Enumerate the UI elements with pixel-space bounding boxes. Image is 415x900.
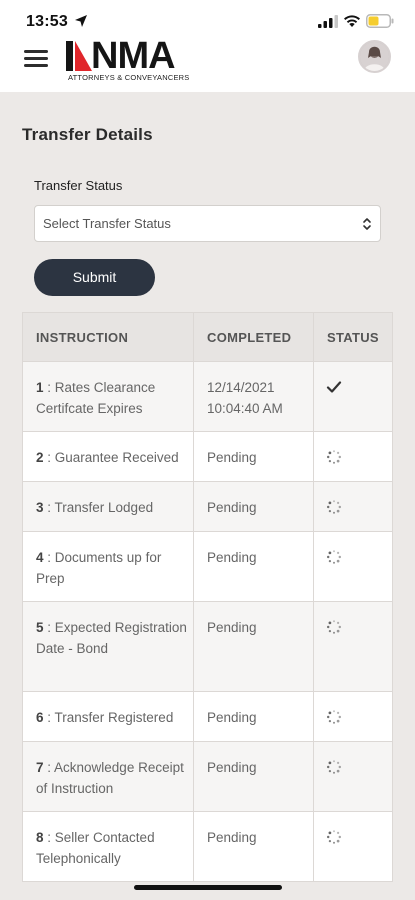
avatar-person-icon: [360, 42, 389, 71]
instruction-number: 6: [36, 710, 44, 725]
instruction-cell: 5 : Expected Registration Date - Bond: [36, 617, 188, 659]
column-header-instruction: INSTRUCTION: [36, 330, 129, 345]
location-arrow-icon: [75, 15, 87, 27]
column-divider: [313, 812, 314, 881]
spinner-icon: [326, 450, 342, 464]
logo-tagline: ATTORNEYS & CONVEYANCERS: [68, 73, 190, 82]
completed-cell: Pending: [207, 710, 257, 725]
spinner-icon: [326, 760, 342, 774]
column-divider: [313, 432, 314, 481]
transfer-table: INSTRUCTION COMPLETED STATUS 1 : Rates C…: [22, 312, 393, 882]
instruction-number: 7: [36, 760, 44, 775]
instruction-number: 5: [36, 620, 44, 635]
page-title: Transfer Details: [22, 125, 153, 144]
spinner-icon: [326, 710, 342, 724]
instruction-text: : Expected Registration Date - Bond: [36, 620, 187, 656]
table-row: 3 : Transfer Lodged Pending: [22, 482, 393, 532]
column-divider: [193, 602, 194, 691]
status-bar: 13:53: [0, 0, 415, 40]
table-header: INSTRUCTION COMPLETED STATUS: [22, 312, 393, 362]
completed-cell: Pending: [207, 830, 257, 845]
column-divider: [313, 313, 314, 361]
instruction-text: : Seller Contacted Telephonically: [36, 830, 155, 866]
column-divider: [313, 692, 314, 741]
hamburger-menu-icon[interactable]: [24, 48, 50, 70]
column-divider: [193, 692, 194, 741]
submit-button[interactable]: Submit: [34, 259, 155, 296]
wifi-icon: [344, 15, 360, 27]
app-header: NMA ATTORNEYS & CONVEYANCERS: [0, 36, 415, 92]
transfer-status-label: Transfer Status: [34, 178, 123, 193]
instruction-cell: 4 : Documents up for Prep: [36, 547, 188, 589]
completed-cell: 12/14/2021 10:04:40 AM: [207, 380, 283, 416]
instruction-number: 3: [36, 500, 44, 515]
column-header-completed: COMPLETED: [207, 330, 292, 345]
instruction-number: 2: [36, 450, 44, 465]
spinner-icon: [326, 550, 342, 564]
instruction-text: : Transfer Lodged: [43, 500, 154, 515]
instruction-cell: 6 : Transfer Registered: [36, 707, 188, 728]
instruction-text: : Acknowledge Receipt of Instruction: [36, 760, 184, 796]
column-divider: [313, 532, 314, 601]
cellular-signal-icon: [318, 15, 338, 28]
logo-wordmark: NMA: [91, 35, 176, 77]
completed-cell: Pending: [207, 550, 257, 565]
column-divider: [313, 362, 314, 431]
instruction-number: 1: [36, 380, 44, 395]
table-row: 7 : Acknowledge Receipt of Instruction Pe…: [22, 742, 393, 812]
table-row: 1 : Rates Clearance Certifcate Expires 12…: [22, 362, 393, 432]
spinner-icon: [326, 620, 342, 634]
column-header-status: STATUS: [327, 330, 379, 345]
nma-logo: NMA ATTORNEYS & CONVEYANCERS: [66, 36, 201, 86]
check-icon: [326, 381, 342, 393]
column-divider: [193, 532, 194, 601]
table-row: 4 : Documents up for Prep Pending: [22, 532, 393, 602]
table-row: 6 : Transfer Registered Pending: [22, 692, 393, 742]
completed-cell: Pending: [207, 450, 257, 465]
instruction-cell: 7 : Acknowledge Receipt of Instruction: [36, 757, 188, 799]
column-divider: [193, 432, 194, 481]
table-row: 8 : Seller Contacted Telephonically Pendi…: [22, 812, 393, 882]
table-row: 5 : Expected Registration Date - Bond Pen…: [22, 602, 393, 692]
completed-cell: Pending: [207, 500, 257, 515]
logo-mark-icon: [66, 41, 92, 71]
table-body: 1 : Rates Clearance Certifcate Expires 12…: [22, 362, 393, 882]
home-indicator: [134, 885, 282, 890]
column-divider: [193, 362, 194, 431]
instruction-text: : Guarantee Received: [43, 450, 179, 465]
instruction-number: 8: [36, 830, 44, 845]
column-divider: [313, 482, 314, 531]
instruction-number: 4: [36, 550, 44, 565]
instruction-cell: 8 : Seller Contacted Telephonically: [36, 827, 188, 869]
column-divider: [313, 602, 314, 691]
status-time: 13:53: [26, 13, 68, 30]
column-divider: [193, 812, 194, 881]
select-chevron-icon: [363, 218, 371, 230]
instruction-text: : Documents up for Prep: [36, 550, 162, 586]
completed-cell: Pending: [207, 760, 257, 775]
instruction-cell: 2 : Guarantee Received: [36, 447, 188, 468]
user-avatar[interactable]: [358, 40, 391, 73]
transfer-status-select-value: Select Transfer Status: [43, 216, 171, 231]
table-row: 2 : Guarantee Received Pending: [22, 432, 393, 482]
column-divider: [193, 482, 194, 531]
column-divider: [193, 742, 194, 811]
battery-icon: [366, 14, 394, 28]
column-divider: [313, 742, 314, 811]
instruction-cell: 3 : Transfer Lodged: [36, 497, 188, 518]
completed-cell: Pending: [207, 620, 257, 635]
spinner-icon: [326, 500, 342, 514]
transfer-status-select[interactable]: Select Transfer Status: [34, 205, 381, 242]
column-divider: [193, 313, 194, 361]
spinner-icon: [326, 830, 342, 844]
instruction-cell: 1 : Rates Clearance Certifcate Expires: [36, 377, 188, 419]
instruction-text: : Rates Clearance Certifcate Expires: [36, 380, 156, 416]
instruction-text: : Transfer Registered: [43, 710, 174, 725]
